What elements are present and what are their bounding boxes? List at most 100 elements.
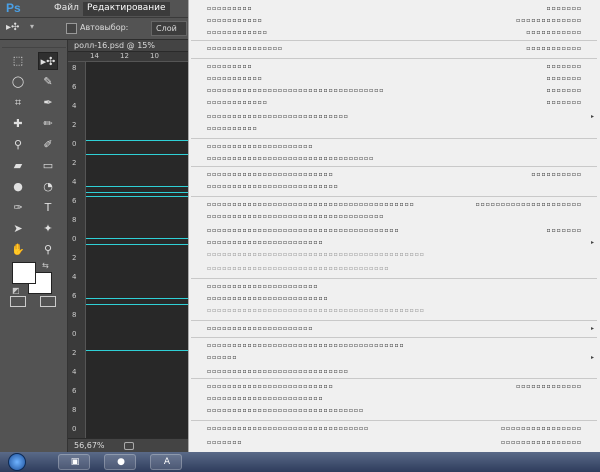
move-tool-icon[interactable]: ▸✣ [38,52,58,70]
menu-item[interactable]: ▫▫▫▫▫▫▫▫▫▫▫▫▫▫▫▫▫▫▫▫▫ [207,142,313,151]
ruler-tick-label: 10 [150,52,159,60]
menu-item[interactable]: ▫▫▫▫▫▫▫▫▫▫▫ [207,74,263,83]
menu-item[interactable]: ▫▫▫▫▫▫▫▫▫▫▫▫▫▫▫▫▫▫▫▫▫▫▫▫ [207,294,329,303]
guide-line[interactable] [86,298,188,299]
gradient-tool-icon[interactable]: ▭ [38,157,58,175]
guide-line[interactable] [86,238,188,239]
submenu-arrow-icon: ▸ [590,325,594,332]
menu-item[interactable]: ▫▫▫▫▫▫▫▫▫▫▫▫▫▫▫▫▫▫▫▫▫▫ [207,282,318,291]
zoom-level[interactable]: 56,67% [74,441,105,450]
move-tool-preset-icon[interactable]: ▸✣ [6,22,26,36]
menu-item-shortcut: ▫▫▫▫▫▫▫ [546,5,582,12]
blur-tool-icon[interactable]: ● [8,178,28,196]
vertical-ruler[interactable]: 8 6 4 2 0 2 4 6 8 0 2 4 6 8 0 2 4 6 8 0 [68,62,86,438]
dodge-tool-icon[interactable]: ◔ [38,178,58,196]
chevron-down-icon[interactable]: ▾ [30,22,34,31]
brush-tool-icon[interactable]: ✏ [38,115,58,133]
horizontal-ruler[interactable]: 14 12 10 [68,52,188,62]
menu-item[interactable]: ▫▫▫▫▫▫▫▫▫▫▫▫▫▫▫▫▫▫▫▫▫▫▫▫▫▫▫▫ [207,367,349,376]
crop-tool-icon[interactable]: ⌗ [8,94,28,112]
lasso-tool-icon[interactable]: ◯ [8,73,28,91]
document-canvas[interactable] [86,62,188,438]
ruler-tick-label: 14 [90,52,99,60]
menu-item[interactable]: ▫▫▫▫▫▫▫▫▫▫▫▫▫▫▫▫▫▫▫▫▫▫▫▫▫▫ [207,182,339,191]
menu-item[interactable]: ▫▫▫▫▫▫ [207,353,237,362]
guide-line[interactable] [86,244,188,245]
menu-item[interactable]: ▫▫▫▫▫▫▫▫▫ [207,62,253,71]
menu-separator [191,138,597,139]
panel-grip[interactable] [2,40,66,48]
zoom-tool-icon[interactable]: ⚲ [38,241,58,259]
menu-item[interactable]: ▫▫▫▫▫▫▫▫▫▫▫▫▫▫▫▫▫▫▫▫▫▫▫▫▫▫▫▫▫▫▫▫ [207,424,369,433]
history-brush-tool-icon[interactable]: ✐ [38,136,58,154]
menu-item[interactable]: ▫▫▫▫▫▫▫▫▫▫▫▫▫▫▫▫▫▫▫▫▫▫▫▫▫▫▫▫▫▫▫▫▫▫▫▫▫▫ [207,226,400,235]
submenu-arrow-icon: ▸ [590,354,594,361]
swap-colors-icon[interactable]: ⇆ [42,261,49,270]
guide-line[interactable] [86,304,188,305]
taskbar-explorer-button[interactable]: ▣ [58,454,90,470]
taskbar-chrome-button[interactable]: ● [104,454,136,470]
menu-item[interactable]: ▫▫▫▫▫▫▫▫▫▫▫▫▫▫▫ [207,44,283,53]
menu-edit[interactable]: Редактирование [83,2,170,16]
menu-item[interactable]: ▫▫▫▫▫▫▫ [207,438,242,447]
menu-item[interactable]: ▫▫▫▫▫▫▫▫▫▫▫▫ [207,98,268,107]
menu-item[interactable]: ▫▫▫▫▫▫▫▫▫▫▫▫▫▫▫▫▫▫▫▫▫▫▫▫▫▫▫▫▫▫▫▫▫▫▫ [207,212,384,221]
photoshop-logo: Ps [6,1,21,15]
ruler-tick-label: 6 [72,197,77,205]
clone-stamp-tool-icon[interactable]: ⚲ [8,136,28,154]
menu-item[interactable]: ▫▫▫▫▫▫▫▫▫▫▫▫ [207,28,268,37]
menu-item[interactable]: ▫▫▫▫▫▫▫▫▫▫▫▫▫▫▫▫▫▫▫▫▫▫▫▫▫▫▫▫▫▫▫▫▫▫▫▫ [207,264,389,273]
quick-mask-icon[interactable] [10,296,26,307]
menu-item-shortcut: ▫▫▫▫▫▫▫ [546,75,582,82]
foreground-color-swatch[interactable] [12,262,36,284]
ruler-tick-label: 2 [72,349,77,357]
eraser-tool-icon[interactable]: ▰ [8,157,28,175]
menu-item[interactable]: ▫▫▫▫▫▫▫▫▫▫▫▫▫▫▫▫▫▫▫▫▫▫▫▫▫▫▫▫▫▫▫▫▫▫▫▫▫▫▫ [207,341,405,350]
path-selection-tool-icon[interactable]: ➤ [8,220,28,238]
guide-line[interactable] [86,140,188,141]
menu-item[interactable]: ▫▫▫▫▫▫▫▫▫▫▫▫▫▫▫▫▫▫▫▫▫▫▫▫▫▫▫▫▫▫▫▫▫ [207,154,374,163]
guide-line[interactable] [86,154,188,155]
screen-mode-icon[interactable] [40,296,56,307]
autoselect-checkbox[interactable] [66,23,77,34]
guide-line[interactable] [86,350,188,351]
menu-item[interactable]: ▫▫▫▫▫▫▫▫▫▫ [207,124,258,133]
quick-selection-tool-icon[interactable]: ✎ [38,73,58,91]
type-tool-icon[interactable]: T [38,199,58,217]
menu-item[interactable]: ▫▫▫▫▫▫▫▫▫▫▫ [207,16,263,25]
menu-separator [191,278,597,279]
menu-item[interactable]: ▫▫▫▫▫▫▫▫▫▫▫▫▫▫▫▫▫▫▫▫▫▫▫ [207,238,324,247]
hand-tool-icon[interactable]: ✋ [8,241,28,259]
ruler-tick-label: 4 [72,368,77,376]
rectangular-marquee-tool-icon[interactable]: ⬚ [8,52,28,70]
guide-line[interactable] [86,186,188,187]
app-icon: A [163,457,171,467]
autoselect-target-select[interactable]: Слой [151,21,187,36]
menu-item[interactable]: ▫▫▫▫▫▫▫▫▫▫▫▫▫▫▫▫▫▫▫▫▫▫▫▫▫▫▫▫▫▫▫▫▫▫▫▫▫▫▫▫… [207,200,415,209]
menu-item[interactable]: ▫▫▫▫▫▫▫▫▫▫▫▫▫▫▫▫▫▫▫▫▫▫▫▫▫▫▫▫▫▫▫▫▫▫▫ [207,86,384,95]
pen-tool-icon[interactable]: ✑ [8,199,28,217]
menu-item[interactable]: ▫▫▫▫▫▫▫▫▫▫▫▫▫▫▫▫▫▫▫▫▫▫▫▫▫▫▫▫▫▫▫ [207,406,364,415]
start-button[interactable] [8,453,26,471]
guide-line[interactable] [86,196,188,197]
menu-item[interactable]: ▫▫▫▫▫▫▫▫▫▫▫▫▫▫▫▫▫▫▫▫▫▫▫ [207,394,324,403]
default-colors-icon[interactable]: ◩ [12,286,20,295]
healing-brush-tool-icon[interactable]: ✚ [8,115,28,133]
taskbar-app-button[interactable]: A [150,454,182,470]
menu-item[interactable]: ▫▫▫▫▫▫▫▫▫▫▫▫▫▫▫▫▫▫▫▫▫▫▫▫▫▫▫▫ [207,112,349,121]
menu-item[interactable]: ▫▫▫▫▫▫▫▫▫▫▫▫▫▫▫▫▫▫▫▫▫ [207,324,313,333]
document-tab[interactable]: ролл-16.psd @ 15% [68,40,188,52]
menu-item[interactable]: ▫▫▫▫▫▫▫▫▫▫▫▫▫▫▫▫▫▫▫▫▫▫▫▫▫▫▫▫▫▫▫▫▫▫▫▫▫▫▫▫… [207,306,425,315]
menu-separator [191,40,597,41]
menu-item[interactable]: ▫▫▫▫▫▫▫▫▫▫▫▫▫▫▫▫▫▫▫▫▫▫▫▫▫ [207,170,334,179]
eyedropper-tool-icon[interactable]: ✒ [38,94,58,112]
doc-info-icon[interactable] [124,442,134,450]
guide-line[interactable] [86,192,188,193]
menu-item[interactable]: ▫▫▫▫▫▫▫▫▫▫▫▫▫▫▫▫▫▫▫▫▫▫▫▫▫▫▫▫▫▫▫▫▫▫▫▫▫▫▫▫… [207,250,425,259]
menu-file[interactable]: Файл [50,2,83,16]
edit-menu-dropdown: ▫▫▫▫▫▫▫▫▫ ▫▫▫▫▫▫▫ ▫▫▫▫▫▫▫▫▫▫▫ ▫▫▫▫▫▫▫▫▫▫▫▫▫… [188,0,600,458]
menu-separator [191,320,597,321]
shape-tool-icon[interactable]: ✦ [38,220,58,238]
menu-item[interactable]: ▫▫▫▫▫▫▫▫▫▫▫▫▫▫▫▫▫▫▫▫▫▫▫▫▫ [207,382,334,391]
menu-item[interactable]: ▫▫▫▫▫▫▫▫▫ [207,4,253,13]
